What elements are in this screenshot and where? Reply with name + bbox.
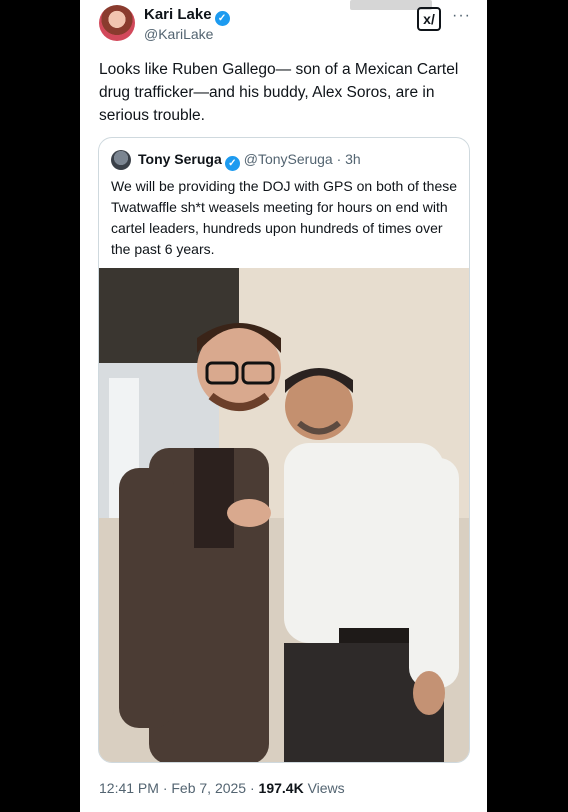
grok-icon[interactable]: x/ xyxy=(417,7,441,31)
photo-illustration xyxy=(99,268,469,762)
quote-author-row[interactable]: Tony Seruga ✓ @TonySeruga · 3h xyxy=(138,151,361,171)
quote-author-handle[interactable]: @TonySeruga · 3h xyxy=(244,151,361,167)
tweet-meta: 12:41 PM · Feb 7, 2025 · 197.4K Views xyxy=(99,780,345,796)
timestamp[interactable]: 12:41 PM · Feb 7, 2025 · xyxy=(99,780,255,796)
verified-icon: ✓ xyxy=(224,156,240,171)
quote-photo[interactable] xyxy=(99,268,469,762)
more-icon[interactable]: ··· xyxy=(452,7,471,25)
quote-text: We will be providing the DOJ with GPS on… xyxy=(111,178,458,257)
verified-icon: ✓ xyxy=(214,11,230,26)
views-count: 197.4K xyxy=(258,780,304,796)
tweet-card: Kari Lake ✓ @KariLake x/ ··· Looks like R… xyxy=(80,0,487,812)
tweet-text: Looks like Ruben Gallego— son of a Mexic… xyxy=(99,61,459,124)
views-label: Views xyxy=(307,780,345,796)
quote-author-avatar[interactable] xyxy=(111,150,131,170)
author-name-text[interactable]: Kari Lake xyxy=(144,6,212,23)
author-name[interactable]: Kari Lake ✓ xyxy=(144,6,230,26)
quoted-tweet[interactable]: Tony Seruga ✓ @TonySeruga · 3h We will be … xyxy=(98,137,470,763)
quote-author-name[interactable]: Tony Seruga xyxy=(138,151,222,167)
author-handle[interactable]: @KariLake xyxy=(144,26,213,42)
author-avatar[interactable] xyxy=(99,5,135,41)
